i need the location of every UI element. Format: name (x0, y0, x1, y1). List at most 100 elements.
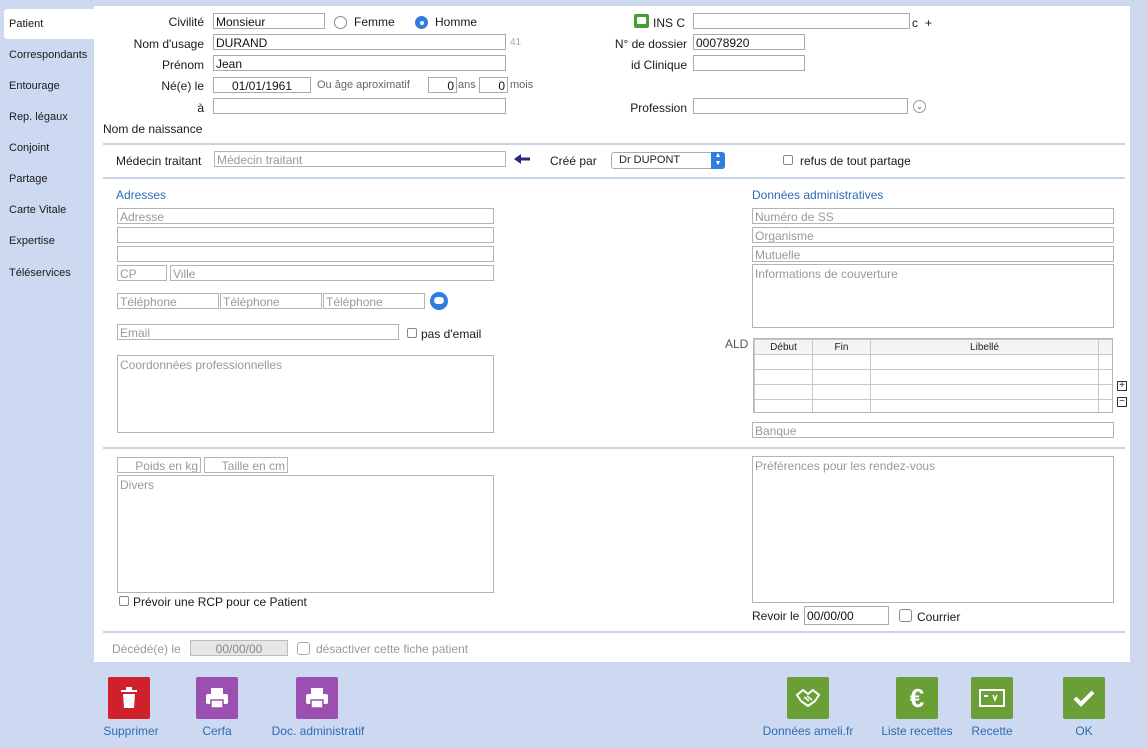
taille-field[interactable]: Taille en cm (204, 457, 288, 473)
pas-email-checkbox[interactable] (407, 328, 417, 338)
coordonnees-pro-textarea[interactable]: Coordonnées professionnelles (117, 355, 494, 433)
clinique-field[interactable] (693, 55, 805, 71)
age-years-field[interactable]: 0 (428, 77, 457, 93)
telephone-1-field[interactable]: Téléphone (117, 293, 219, 309)
ameli-button[interactable] (787, 677, 829, 719)
ald-label: ALD (725, 337, 749, 351)
arrow-left-icon[interactable] (513, 153, 531, 165)
birthdate-field[interactable]: 01/01/1961 (213, 77, 311, 93)
dossier-field[interactable]: 00078920 (693, 34, 805, 50)
rcp-label: Prévoir une RCP pour ce Patient (133, 595, 307, 609)
ald-col-libelle[interactable]: Libellé (870, 339, 1099, 355)
mutuelle-field[interactable]: Mutuelle (752, 246, 1114, 262)
liste-recettes-label[interactable]: Liste recettes (872, 724, 962, 738)
ald-col-fin[interactable]: Fin (812, 339, 871, 355)
liste-recettes-button[interactable]: € (896, 677, 938, 719)
cp-field[interactable]: CP (117, 265, 167, 281)
cree-par-value: Dr DUPONT (619, 154, 681, 166)
separator-4 (103, 631, 1125, 633)
couverture-textarea[interactable]: Informations de couverture (752, 264, 1114, 328)
doc-administratif-label[interactable]: Doc. administratif (262, 724, 374, 738)
prenom-label: Prénom (161, 58, 204, 72)
nom-usage-field[interactable]: DURAND (213, 34, 506, 50)
cree-par-label: Créé par (550, 154, 597, 168)
cree-par-select[interactable]: Dr DUPONT ▲ ▼ (611, 152, 725, 169)
rcp-checkbox[interactable] (119, 596, 129, 606)
lieu-naissance-label: à (197, 101, 204, 115)
profession-dropdown-icon[interactable]: ⌄ (913, 100, 926, 113)
separator-2 (103, 177, 1125, 179)
chevron-updown-icon: ▲ ▼ (711, 152, 725, 169)
desactiver-checkbox[interactable] (297, 642, 310, 655)
sidebar-item-patient[interactable]: Patient (4, 9, 94, 39)
civilite-field[interactable]: Monsieur (213, 13, 325, 29)
ald-header-row: Début Fin Libellé (754, 339, 1112, 355)
ameli-label[interactable]: Données ameli.fr (756, 724, 860, 738)
homme-radio[interactable] (415, 16, 428, 29)
adresse-line1-field[interactable]: Adresse (117, 208, 494, 224)
ins-card-icon[interactable] (634, 14, 649, 28)
doc-administratif-button[interactable] (296, 677, 338, 719)
profession-field[interactable] (693, 98, 908, 114)
femme-radio[interactable] (334, 16, 347, 29)
age-months-field[interactable]: 0 (479, 77, 508, 93)
numero-ss-field[interactable]: Numéro de SS (752, 208, 1114, 224)
nom-usage-label: Nom d'usage (133, 37, 204, 51)
cerfa-label[interactable]: Cerfa (182, 724, 252, 738)
medecin-traitant-field[interactable]: Médecin traitant (214, 151, 506, 167)
table-row[interactable] (754, 399, 1112, 412)
courrier-checkbox[interactable] (899, 609, 912, 622)
banque-field[interactable]: Banque (752, 422, 1114, 438)
organisme-field[interactable]: Organisme (752, 227, 1114, 243)
medecin-traitant-label: Médecin traitant (116, 154, 202, 168)
clinique-label: id Clinique (630, 58, 687, 72)
sidebar-item-conjoint[interactable]: Conjoint (4, 133, 90, 163)
cerfa-button[interactable] (196, 677, 238, 719)
ins-add-button[interactable]: + (925, 16, 932, 30)
sidebar-item-teleservices[interactable]: Téléservices (4, 258, 90, 288)
recette-button[interactable] (971, 677, 1013, 719)
table-row[interactable] (754, 354, 1112, 370)
decede-label: Décédé(e) le (112, 642, 181, 656)
email-field[interactable]: Email (117, 324, 399, 340)
sidebar-item-partage[interactable]: Partage (4, 164, 90, 194)
ins-field[interactable] (693, 13, 910, 29)
separator-3 (103, 447, 1125, 449)
handshake-icon (795, 688, 821, 708)
preferences-rdv-textarea[interactable]: Préférences pour les rendez-vous (752, 456, 1114, 603)
table-row[interactable] (754, 384, 1112, 400)
ald-add-icon[interactable]: + (1117, 381, 1127, 391)
telephone-3-field[interactable]: Téléphone (323, 293, 425, 309)
sidebar-item-expertise[interactable]: Expertise (4, 226, 90, 256)
ald-col-debut[interactable]: Début (754, 339, 813, 355)
adresse-line2-field[interactable] (117, 227, 494, 243)
prenom-field[interactable]: Jean (213, 55, 506, 71)
adresse-line3-field[interactable] (117, 246, 494, 262)
ald-remove-icon[interactable]: − (1117, 397, 1127, 407)
sms-chat-icon[interactable] (430, 292, 448, 310)
civilite-label: Civilité (168, 15, 204, 29)
telephone-2-field[interactable]: Téléphone (220, 293, 322, 309)
ok-label[interactable]: OK (1060, 724, 1108, 738)
poids-field[interactable]: Poids en kg (117, 457, 201, 473)
refus-partage-checkbox[interactable] (783, 155, 793, 165)
ald-table[interactable]: Début Fin Libellé (753, 338, 1113, 413)
supprimer-label[interactable]: Supprimer (96, 724, 166, 738)
revoir-date-field[interactable]: 00/00/00 (804, 606, 889, 625)
supprimer-button[interactable] (108, 677, 150, 719)
ville-field[interactable]: Ville (170, 265, 494, 281)
lieu-naissance-field[interactable] (213, 98, 506, 114)
ok-button[interactable] (1063, 677, 1105, 719)
divers-textarea[interactable]: Divers (117, 475, 494, 593)
sidebar-item-entourage[interactable]: Entourage (4, 71, 90, 101)
sidebar-item-rep-legaux[interactable]: Rep. légaux (4, 102, 90, 132)
adresses-title: Adresses (116, 188, 167, 202)
ald-col-spacer (1098, 339, 1112, 355)
sidebar-item-carte-vitale[interactable]: Carte Vitale (4, 195, 90, 225)
decede-date-field[interactable]: 00/00/00 (190, 640, 288, 656)
euro-icon: € (909, 682, 925, 713)
table-row[interactable] (754, 369, 1112, 385)
sidebar: Patient Correspondants Entourage Rep. lé… (0, 0, 94, 748)
recette-label[interactable]: Recette (960, 724, 1024, 738)
sidebar-item-correspondants[interactable]: Correspondants (4, 40, 90, 70)
